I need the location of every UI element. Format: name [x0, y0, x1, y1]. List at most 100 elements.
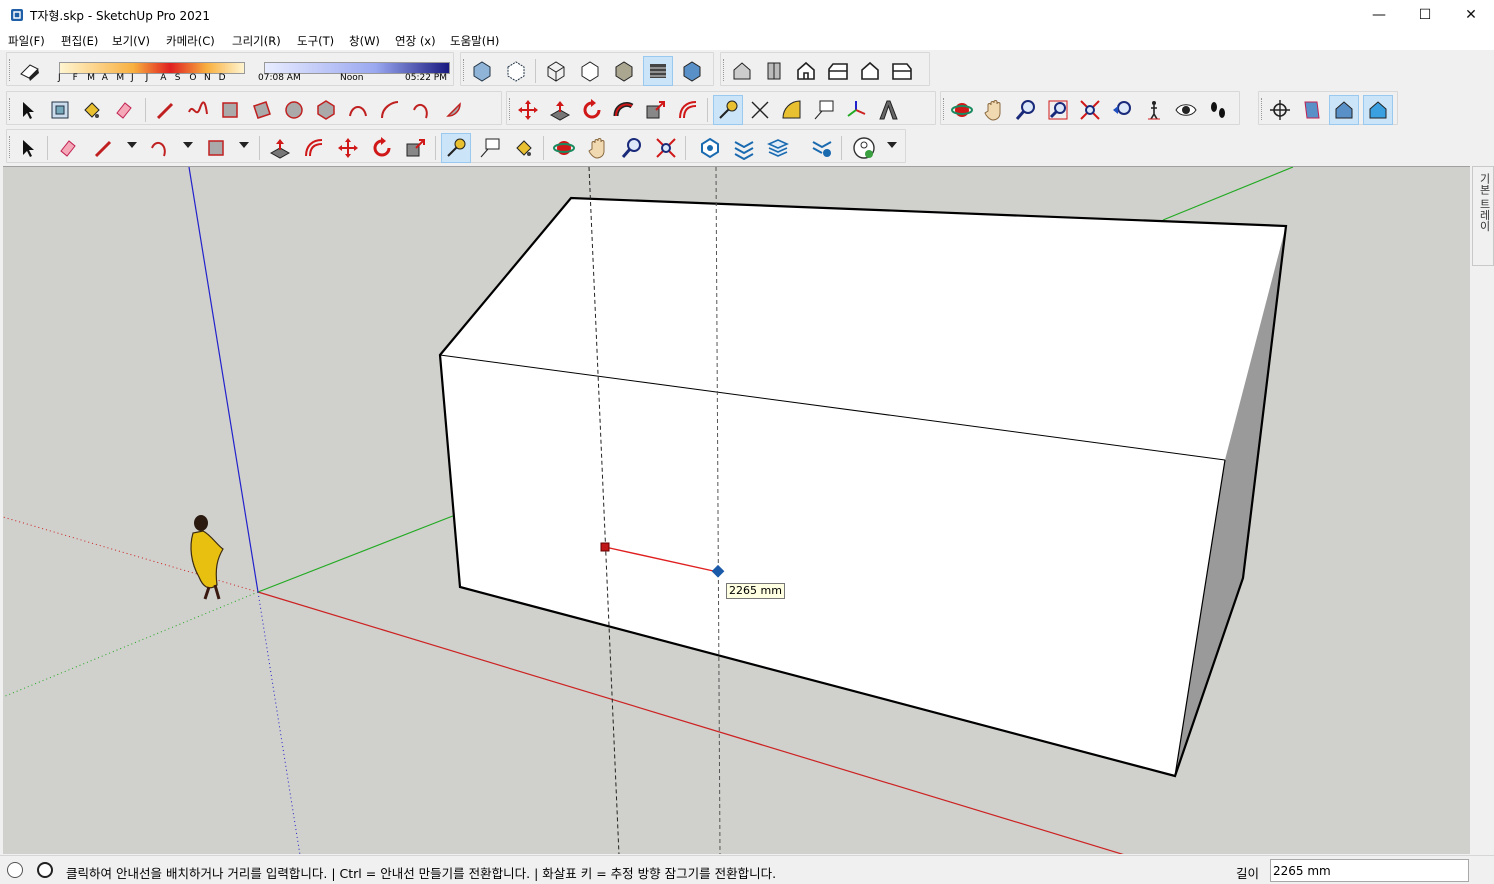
monochrome-button[interactable]: [677, 56, 707, 86]
pan-button[interactable]: [979, 95, 1009, 125]
hidden-line-button[interactable]: [575, 56, 605, 86]
make-component-button[interactable]: [45, 95, 75, 125]
menu-item[interactable]: 카메라(C): [166, 33, 215, 49]
tape-measure-button[interactable]: [713, 95, 743, 125]
look-around-button[interactable]: [1171, 95, 1201, 125]
menu-item[interactable]: 파일(F): [8, 33, 45, 49]
default-tray-tab[interactable]: 기본 트레이: [1472, 166, 1494, 266]
shape-dropdown-chevron-icon[interactable]: [239, 142, 249, 148]
display-section-cuts-button[interactable]: [1329, 95, 1359, 125]
section-plane-button[interactable]: [1265, 95, 1295, 125]
scale-figure[interactable]: [190, 515, 224, 600]
rotate-button[interactable]: [577, 95, 607, 125]
offset-button-2[interactable]: [299, 133, 329, 163]
zoom-extents-button[interactable]: [1075, 95, 1105, 125]
menu-item[interactable]: 도움말(H): [450, 33, 499, 49]
orbit-button[interactable]: [947, 95, 977, 125]
line-button-2[interactable]: [89, 133, 119, 163]
xray-button[interactable]: [467, 56, 497, 86]
tape-measure-button-2[interactable]: [441, 133, 471, 163]
paint-bucket-button-2[interactable]: [509, 133, 539, 163]
arc-button[interactable]: [343, 95, 373, 125]
minimize-button[interactable]: —: [1356, 0, 1402, 30]
paint-bucket-button[interactable]: [77, 95, 107, 125]
arc-button-2[interactable]: [145, 133, 175, 163]
walk-button[interactable]: [1203, 95, 1233, 125]
circle-button[interactable]: [279, 95, 309, 125]
axes-button[interactable]: [841, 95, 871, 125]
zoom-button[interactable]: [1011, 95, 1041, 125]
zoom-button-2[interactable]: [617, 133, 647, 163]
front-view-button[interactable]: [791, 56, 821, 86]
text-button-2[interactable]: [475, 133, 505, 163]
measurements-input[interactable]: [1270, 859, 1469, 882]
info-icon[interactable]: [37, 862, 53, 878]
select-button-2[interactable]: [13, 133, 43, 163]
top-view-button[interactable]: [759, 56, 789, 86]
menu-item[interactable]: 도구(T): [297, 33, 334, 49]
offset-button[interactable]: [673, 95, 703, 125]
scale-button[interactable]: [641, 95, 671, 125]
extension-warehouse-button[interactable]: [729, 133, 759, 163]
shaded-button[interactable]: [609, 56, 639, 86]
previous-view-button[interactable]: [1107, 95, 1137, 125]
menu-item[interactable]: 보기(V): [112, 33, 150, 49]
move-button[interactable]: [513, 95, 543, 125]
extension-manager-button[interactable]: [807, 133, 837, 163]
polygon-button[interactable]: [311, 95, 341, 125]
zoom-window-button[interactable]: [1043, 95, 1073, 125]
follow-me-button[interactable]: [609, 95, 639, 125]
push-pull-button[interactable]: [545, 95, 575, 125]
menu-item[interactable]: 연장 (x): [395, 33, 436, 49]
menu-item[interactable]: 창(W): [349, 33, 380, 49]
line-dropdown-chevron-icon[interactable]: [127, 142, 137, 148]
orbit-button-2[interactable]: [549, 133, 579, 163]
eraser-button-2[interactable]: [53, 133, 83, 163]
protractor-button[interactable]: [777, 95, 807, 125]
menu-item[interactable]: 그리기(R): [232, 33, 281, 49]
rotate-button-2[interactable]: [367, 133, 397, 163]
right-view-button[interactable]: [823, 56, 853, 86]
push-pull-button-2[interactable]: [265, 133, 295, 163]
three-point-arc-button[interactable]: [407, 95, 437, 125]
menu-item[interactable]: 편집(E): [61, 33, 98, 49]
back-view-button[interactable]: [855, 56, 885, 86]
select-tool-button[interactable]: [13, 95, 43, 125]
arc-dropdown-chevron-icon[interactable]: [183, 142, 193, 148]
modeling-viewport[interactable]: 2265 mm: [3, 166, 1470, 854]
rectangle-button-2[interactable]: [201, 133, 231, 163]
month-label: J: [58, 73, 61, 83]
text-button[interactable]: [809, 95, 839, 125]
wireframe-button[interactable]: [541, 56, 571, 86]
shaded-textures-button[interactable]: [643, 56, 673, 86]
left-view-button[interactable]: [887, 56, 917, 86]
display-section-fill-button[interactable]: [1363, 95, 1393, 125]
move-button-2[interactable]: [333, 133, 363, 163]
close-button[interactable]: ✕: [1448, 0, 1494, 30]
display-section-planes-button[interactable]: [1297, 95, 1327, 125]
rotated-rectangle-button[interactable]: [247, 95, 277, 125]
rectangle-button[interactable]: [215, 95, 245, 125]
toolbar-grip: [9, 98, 12, 120]
iso-view-button[interactable]: [727, 56, 757, 86]
back-edges-button[interactable]: [501, 56, 531, 86]
left-house-icon: [892, 63, 912, 80]
freehand-button[interactable]: [183, 95, 213, 125]
3d-warehouse-button[interactable]: [695, 133, 725, 163]
line-tool-button[interactable]: [151, 95, 181, 125]
shadow-settings-button[interactable]: [15, 56, 45, 86]
scale-button-2[interactable]: [401, 133, 431, 163]
dimension-button[interactable]: [745, 95, 775, 125]
position-camera-button[interactable]: [1139, 95, 1169, 125]
zoom-extents-button-2[interactable]: [651, 133, 681, 163]
pie-button[interactable]: [439, 95, 469, 125]
maximize-button[interactable]: ☐: [1402, 0, 1448, 30]
account-dropdown-chevron-icon[interactable]: [887, 142, 897, 148]
two-point-arc-button[interactable]: [375, 95, 405, 125]
layout-button[interactable]: [763, 133, 793, 163]
3d-text-button[interactable]: [873, 95, 903, 125]
pan-button-2[interactable]: [583, 133, 613, 163]
eraser-button[interactable]: [109, 95, 139, 125]
account-button[interactable]: [849, 133, 879, 163]
geo-location-icon[interactable]: [7, 862, 23, 878]
